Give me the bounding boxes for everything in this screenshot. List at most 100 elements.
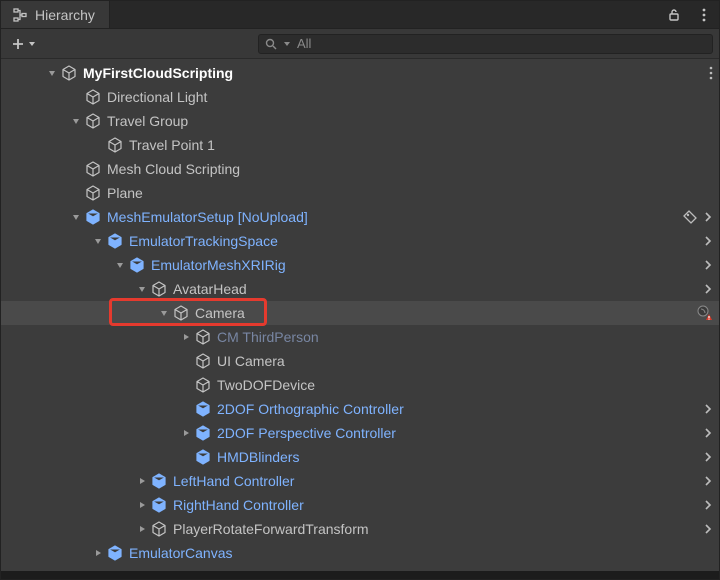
- object-label: MeshEmulatorSetup [NoUpload]: [107, 209, 308, 225]
- tree-row[interactable]: EmulatorCanvas: [1, 541, 719, 565]
- tree-row[interactable]: Travel Point 1: [1, 133, 719, 157]
- chevron-right-icon[interactable]: [703, 451, 713, 463]
- foldout-open-icon[interactable]: [157, 306, 171, 320]
- scene-icon: [61, 65, 77, 81]
- prefab-cube-icon: [107, 233, 123, 249]
- foldout-open-icon[interactable]: [69, 210, 83, 224]
- gameobject-cube-icon: [85, 89, 101, 105]
- object-label: RightHand Controller: [173, 497, 304, 513]
- foldout-closed-icon[interactable]: [179, 330, 193, 344]
- tab-hierarchy[interactable]: Hierarchy: [1, 1, 110, 28]
- object-label: EmulatorCanvas: [129, 545, 233, 561]
- tree-row[interactable]: Camera: [1, 301, 719, 325]
- object-label: HMDBlinders: [217, 449, 299, 465]
- foldout-closed-icon[interactable]: [91, 546, 105, 560]
- chevron-right-icon[interactable]: [703, 403, 713, 415]
- tab-title: Hierarchy: [35, 7, 95, 23]
- tree-row[interactable]: AvatarHead: [1, 277, 719, 301]
- object-label: UI Camera: [217, 353, 285, 369]
- foldout-open-icon[interactable]: [69, 114, 83, 128]
- chevron-right-icon[interactable]: [703, 235, 713, 247]
- hierarchy-tree[interactable]: MyFirstCloudScripting Directional Light …: [1, 59, 719, 571]
- object-label: LeftHand Controller: [173, 473, 294, 489]
- kebab-menu-icon[interactable]: [709, 66, 713, 80]
- foldout-open-icon[interactable]: [91, 234, 105, 248]
- foldout-open-icon[interactable]: [113, 258, 127, 272]
- gameobject-cube-icon: [195, 353, 211, 369]
- foldout-closed-icon[interactable]: [179, 426, 193, 440]
- foldout-closed-icon[interactable]: [135, 498, 149, 512]
- prefab-cube-icon: [107, 545, 123, 561]
- tree-row[interactable]: Plane: [1, 181, 719, 205]
- tree-row[interactable]: TwoDOFDevice: [1, 373, 719, 397]
- object-label: Plane: [107, 185, 143, 201]
- tree-row[interactable]: 2DOF Orthographic Controller: [1, 397, 719, 421]
- foldout-closed-icon[interactable]: [135, 474, 149, 488]
- tree-row[interactable]: MeshEmulatorSetup [NoUpload]: [1, 205, 719, 229]
- gameobject-cube-icon: [151, 281, 167, 297]
- tree-row[interactable]: RightHand Controller: [1, 493, 719, 517]
- scene-name: MyFirstCloudScripting: [83, 65, 233, 81]
- object-label: AvatarHead: [173, 281, 247, 297]
- lock-icon[interactable]: [665, 6, 683, 24]
- chevron-down-icon: [28, 40, 36, 48]
- chevron-right-icon[interactable]: [703, 211, 713, 223]
- tree-row[interactable]: UI Camera: [1, 349, 719, 373]
- prefab-cube-icon: [129, 257, 145, 273]
- prefab-cube-icon: [85, 209, 101, 225]
- tree-row[interactable]: EmulatorTrackingSpace: [1, 229, 719, 253]
- create-button[interactable]: [7, 35, 40, 53]
- tag-icon: [683, 210, 697, 224]
- gameobject-cube-icon: [195, 329, 211, 345]
- chevron-right-icon[interactable]: [703, 427, 713, 439]
- scene-row[interactable]: MyFirstCloudScripting: [1, 61, 719, 85]
- object-label: Travel Group: [107, 113, 188, 129]
- tree-row[interactable]: HMDBlinders: [1, 445, 719, 469]
- object-label: 2DOF Perspective Controller: [217, 425, 396, 441]
- prefab-cube-icon: [195, 425, 211, 441]
- chevron-right-icon[interactable]: [703, 499, 713, 511]
- kebab-menu-icon[interactable]: [695, 6, 713, 24]
- tree-row[interactable]: PlayerRotateForwardTransform: [1, 517, 719, 541]
- tree-row[interactable]: 2DOF Perspective Controller: [1, 421, 719, 445]
- chevron-right-icon[interactable]: [703, 523, 713, 535]
- object-label: TwoDOFDevice: [217, 377, 315, 393]
- object-label: EmulatorMeshXRIRig: [151, 257, 286, 273]
- bottom-bar: [1, 571, 719, 579]
- chevron-right-icon[interactable]: [703, 259, 713, 271]
- tree-row[interactable]: CM ThirdPerson: [1, 325, 719, 349]
- gameobject-cube-icon: [195, 377, 211, 393]
- prefab-cube-icon: [195, 401, 211, 417]
- object-label: Directional Light: [107, 89, 207, 105]
- chevron-right-icon[interactable]: [703, 283, 713, 295]
- gameobject-cube-icon: [85, 161, 101, 177]
- foldout-open-icon[interactable]: [45, 66, 59, 80]
- tree-row[interactable]: Travel Group: [1, 109, 719, 133]
- object-label: Camera: [195, 305, 245, 321]
- search-input[interactable]: All: [258, 34, 713, 54]
- prefab-cube-icon: [151, 473, 167, 489]
- gameobject-cube-icon: [151, 521, 167, 537]
- object-label: 2DOF Orthographic Controller: [217, 401, 404, 417]
- foldout-closed-icon[interactable]: [135, 522, 149, 536]
- object-label: PlayerRotateForwardTransform: [173, 521, 369, 537]
- chevron-right-icon[interactable]: [703, 475, 713, 487]
- gameobject-cube-icon: [107, 137, 123, 153]
- object-label: Mesh Cloud Scripting: [107, 161, 240, 177]
- tree-row[interactable]: Mesh Cloud Scripting: [1, 157, 719, 181]
- warning-icon: [697, 305, 713, 321]
- object-label: EmulatorTrackingSpace: [129, 233, 278, 249]
- search-icon: [265, 38, 277, 50]
- tree-row[interactable]: EmulatorMeshXRIRig: [1, 253, 719, 277]
- prefab-cube-icon: [151, 497, 167, 513]
- gameobject-cube-icon: [85, 185, 101, 201]
- object-label: CM ThirdPerson: [217, 329, 319, 345]
- toolbar: All: [1, 29, 719, 59]
- prefab-cube-icon: [195, 449, 211, 465]
- foldout-open-icon[interactable]: [135, 282, 149, 296]
- tree-row[interactable]: Directional Light: [1, 85, 719, 109]
- gameobject-cube-icon: [85, 113, 101, 129]
- hierarchy-icon: [11, 6, 29, 24]
- search-text: All: [297, 36, 311, 51]
- tree-row[interactable]: LeftHand Controller: [1, 469, 719, 493]
